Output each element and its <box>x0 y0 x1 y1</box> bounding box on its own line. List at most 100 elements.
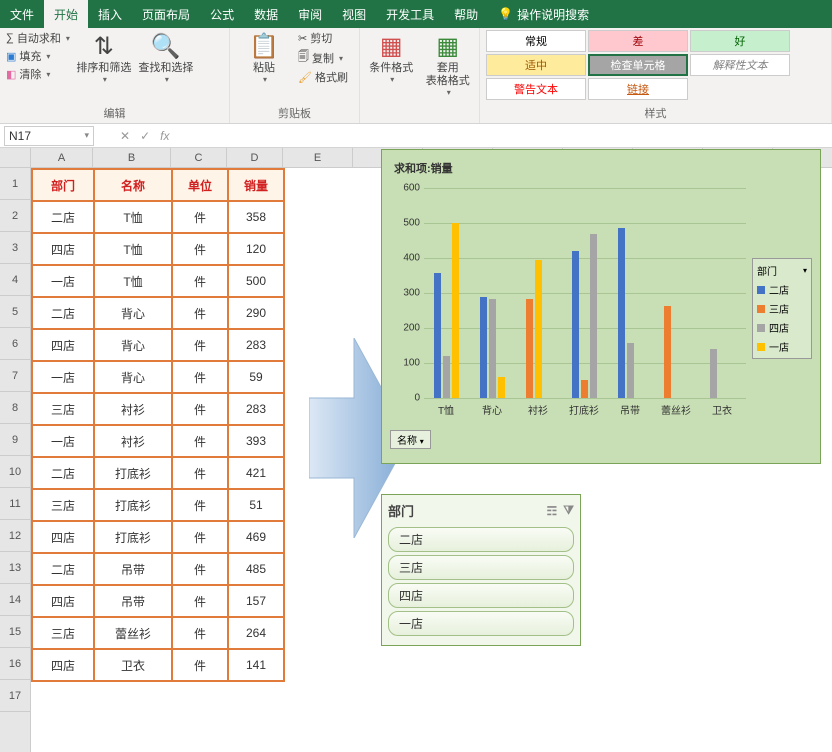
cell-styles-gallery[interactable]: 常规 差 好 适中 检查单元格 解释性文本 警告文本 链接 <box>486 30 790 100</box>
table-cell[interactable]: 485 <box>228 553 284 585</box>
table-cell[interactable]: 三店 <box>32 489 94 521</box>
row-header[interactable]: 16 <box>0 648 30 680</box>
style-bad[interactable]: 差 <box>588 30 688 52</box>
style-general[interactable]: 常规 <box>486 30 586 52</box>
row-header[interactable]: 9 <box>0 424 30 456</box>
table-cell[interactable]: 件 <box>172 585 228 617</box>
chart-bar[interactable] <box>443 356 450 398</box>
table-cell[interactable]: 四店 <box>32 649 94 681</box>
row-header[interactable]: 6 <box>0 328 30 360</box>
table-cell[interactable]: 393 <box>228 425 284 457</box>
table-cell[interactable]: 四店 <box>32 521 94 553</box>
fx-icon[interactable]: fx <box>160 129 169 143</box>
table-cell[interactable]: 件 <box>172 329 228 361</box>
chart-bar[interactable] <box>526 299 533 398</box>
tab-formulas[interactable]: 公式 <box>200 0 244 28</box>
table-cell[interactable]: 件 <box>172 297 228 329</box>
row-header[interactable]: 5 <box>0 296 30 328</box>
chart-bar[interactable] <box>710 349 717 398</box>
chart-field-button[interactable]: 名称 ▾ <box>390 430 431 449</box>
chart-bar[interactable] <box>535 260 542 398</box>
chart-bar[interactable] <box>581 380 588 398</box>
paste-button[interactable]: 📋粘贴 <box>236 30 292 84</box>
row-header[interactable]: 11 <box>0 488 30 520</box>
table-cell[interactable]: 三店 <box>32 617 94 649</box>
tab-view[interactable]: 视图 <box>332 0 376 28</box>
find-select-button[interactable]: 🔍查找和选择 <box>138 30 194 84</box>
table-cell[interactable]: T恤 <box>94 201 172 233</box>
col-header[interactable]: D <box>227 148 283 167</box>
style-check-cell[interactable]: 检查单元格 <box>588 54 688 76</box>
clear-filter-icon[interactable]: ⧩ <box>563 503 574 518</box>
chart-bar[interactable] <box>627 343 634 398</box>
cond-format-button[interactable]: ▦条件格式 <box>366 30 417 84</box>
row-header[interactable]: 12 <box>0 520 30 552</box>
table-cell[interactable]: 件 <box>172 489 228 521</box>
table-cell[interactable]: 件 <box>172 425 228 457</box>
table-cell[interactable]: 打底衫 <box>94 489 172 521</box>
row-header[interactable]: 1 <box>0 168 30 200</box>
clear-button[interactable]: ◧清除 <box>6 66 70 82</box>
table-cell[interactable]: 59 <box>228 361 284 393</box>
table-cell[interactable]: 件 <box>172 393 228 425</box>
tab-data[interactable]: 数据 <box>244 0 288 28</box>
copy-button[interactable]: 🗐复制 <box>298 48 348 67</box>
enter-icon[interactable]: ✓ <box>140 129 150 143</box>
table-cell[interactable]: 吊带 <box>94 585 172 617</box>
table-cell[interactable]: 二店 <box>32 297 94 329</box>
table-cell[interactable]: 件 <box>172 265 228 297</box>
row-header[interactable]: 4 <box>0 264 30 296</box>
chart-bar[interactable] <box>590 234 597 398</box>
chart-bar[interactable] <box>498 377 505 398</box>
table-cell[interactable]: 四店 <box>32 329 94 361</box>
chart-bar[interactable] <box>480 297 487 399</box>
table-cell[interactable]: 背心 <box>94 297 172 329</box>
row-header[interactable]: 3 <box>0 232 30 264</box>
tab-dev[interactable]: 开发工具 <box>376 0 444 28</box>
row-header[interactable]: 10 <box>0 456 30 488</box>
table-cell[interactable]: 衬衫 <box>94 425 172 457</box>
table-cell[interactable]: 件 <box>172 457 228 489</box>
style-warning[interactable]: 警告文本 <box>486 78 586 100</box>
row-header[interactable]: 2 <box>0 200 30 232</box>
slicer-item[interactable]: 二店 <box>388 527 574 552</box>
slicer-item[interactable]: 三店 <box>388 555 574 580</box>
table-cell[interactable]: 背心 <box>94 329 172 361</box>
table-cell[interactable]: 件 <box>172 233 228 265</box>
chart-legend[interactable]: 部门▾ 二店三店四店一店 <box>752 258 812 359</box>
table-cell[interactable]: 吊带 <box>94 553 172 585</box>
slicer[interactable]: 部门 ☶ ⧩ 二店三店四店一店 <box>381 494 581 646</box>
chart-bar[interactable] <box>664 306 671 398</box>
multi-select-icon[interactable]: ☶ <box>547 504 558 518</box>
tab-review[interactable]: 审阅 <box>288 0 332 28</box>
slicer-item[interactable]: 四店 <box>388 583 574 608</box>
row-header[interactable]: 8 <box>0 392 30 424</box>
table-cell[interactable]: 件 <box>172 553 228 585</box>
table-cell[interactable]: 四店 <box>32 233 94 265</box>
table-cell[interactable]: 蕾丝衫 <box>94 617 172 649</box>
table-cell[interactable]: 421 <box>228 457 284 489</box>
col-header[interactable]: A <box>31 148 93 167</box>
slicer-item[interactable]: 一店 <box>388 611 574 636</box>
table-cell[interactable]: 二店 <box>32 201 94 233</box>
table-cell[interactable]: 283 <box>228 329 284 361</box>
table-cell[interactable]: 件 <box>172 617 228 649</box>
table-cell[interactable]: 120 <box>228 233 284 265</box>
tab-home[interactable]: 开始 <box>44 0 88 28</box>
table-cell[interactable]: 件 <box>172 521 228 553</box>
table-cell[interactable]: 二店 <box>32 457 94 489</box>
table-cell[interactable]: 打底衫 <box>94 521 172 553</box>
table-cell[interactable]: 卫衣 <box>94 649 172 681</box>
table-cell[interactable]: 件 <box>172 201 228 233</box>
cancel-icon[interactable]: ✕ <box>120 129 130 143</box>
table-cell[interactable]: 背心 <box>94 361 172 393</box>
tab-layout[interactable]: 页面布局 <box>132 0 200 28</box>
table-cell[interactable]: 157 <box>228 585 284 617</box>
sort-filter-button[interactable]: ⇅排序和筛选 <box>76 30 132 84</box>
table-cell[interactable]: 四店 <box>32 585 94 617</box>
table-cell[interactable]: 283 <box>228 393 284 425</box>
autosum-button[interactable]: ∑自动求和 <box>6 30 70 46</box>
style-neutral[interactable]: 适中 <box>486 54 586 76</box>
table-cell[interactable]: 一店 <box>32 361 94 393</box>
table-format-button[interactable]: ▦套用 表格格式 <box>423 30 474 97</box>
